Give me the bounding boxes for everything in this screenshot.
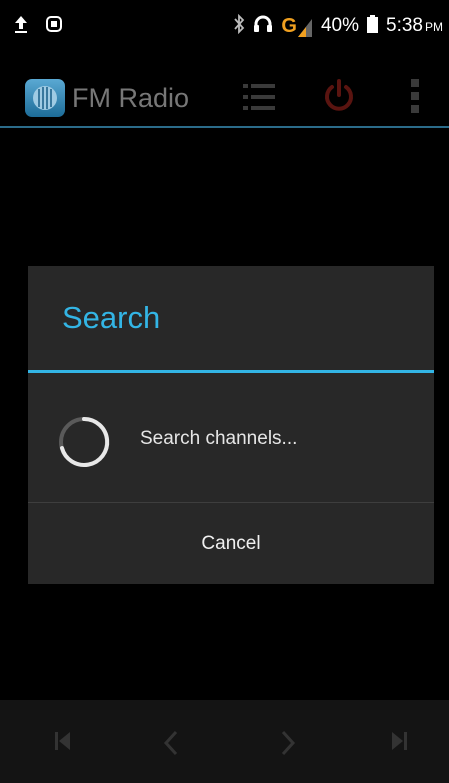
sync-icon xyxy=(46,15,62,37)
clock-time: 5:38 xyxy=(386,15,423,36)
headphones-icon xyxy=(253,15,273,37)
seek-back-icon[interactable] xyxy=(163,730,179,760)
status-bar: G 40% 5:38 PM xyxy=(0,0,449,50)
dialog-title: Search xyxy=(62,300,161,335)
battery-percent: 40% xyxy=(320,15,360,36)
seek-forward-icon[interactable] xyxy=(280,730,296,760)
power-icon[interactable] xyxy=(322,78,356,118)
loading-spinner-icon xyxy=(56,414,112,474)
skip-next-icon[interactable] xyxy=(390,730,408,756)
action-bar: FM Radio xyxy=(0,62,449,128)
dialog-message: Search channels... xyxy=(140,428,298,449)
fm-radio-app-icon[interactable] xyxy=(25,79,65,117)
network-type-label: G xyxy=(281,14,297,37)
signal-icon: G xyxy=(281,15,313,38)
upload-icon xyxy=(14,14,28,38)
cancel-button[interactable]: Cancel xyxy=(28,503,434,584)
clock: 5:38 PM xyxy=(386,15,443,37)
battery-icon xyxy=(367,15,379,37)
clock-suffix: PM xyxy=(425,20,443,34)
overflow-menu-icon[interactable] xyxy=(410,78,420,118)
bluetooth-icon xyxy=(233,13,245,38)
search-dialog: Search Search channels... Cancel xyxy=(28,266,434,584)
dialog-title-divider xyxy=(28,370,434,373)
skip-previous-icon[interactable] xyxy=(54,730,72,756)
playback-controls-bar xyxy=(0,700,449,783)
channel-list-icon[interactable] xyxy=(243,82,275,116)
app-title: FM Radio xyxy=(72,83,190,113)
